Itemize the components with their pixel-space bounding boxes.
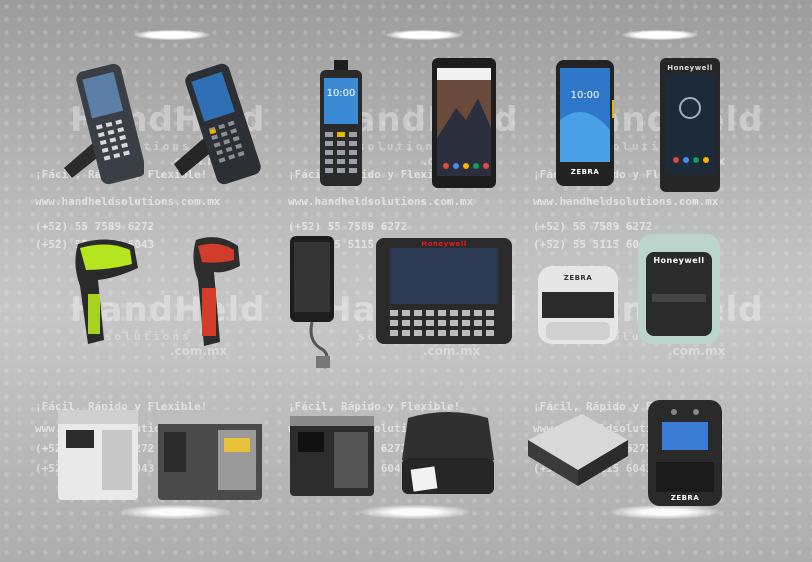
floor-glow-1 xyxy=(120,505,230,519)
honeywell-mobile-printer: Honeywell xyxy=(638,234,720,344)
zebra-brand-label: ZEBRA xyxy=(570,168,600,176)
watermark-website: www.handheldsolutions.com.mx xyxy=(288,195,474,208)
zebra-brand-label: ZEBRA xyxy=(670,494,700,502)
honeywell-brand-label: Honeywell xyxy=(421,240,467,248)
keypad-mobile-computer: 10:00 xyxy=(318,60,364,188)
rugged-touch-computer-zebra: 10:00 ZEBRA xyxy=(556,60,615,186)
device-clock: 10:00 xyxy=(570,90,600,101)
mobile-label-printer-zebra: ZEBRA xyxy=(648,400,722,506)
mobile-receipt-printer-zebra: ZEBRA xyxy=(538,262,618,346)
honeywell-android-phone: Honeywell xyxy=(660,58,720,192)
watermark-phone-1: (+52) 55 7589 6272 xyxy=(35,220,155,233)
watermark-domain: .com.mx xyxy=(423,344,481,358)
industrial-printer-white xyxy=(58,410,138,500)
spotlight-right xyxy=(622,30,698,40)
watermark-website: www.handheldsolutions.com.mx xyxy=(35,195,221,208)
gun-grip-mobile-computer-2 xyxy=(170,60,262,186)
industrial-printer-gray xyxy=(158,410,262,500)
floor-glow-2 xyxy=(360,505,470,519)
honeywell-brand-label: Honeywell xyxy=(653,256,705,265)
watermark-phone-2: (+52) 55 5115 6043 xyxy=(533,238,653,251)
watermark-website: www.handheldsolutions.com.mx xyxy=(533,195,719,208)
product-showcase: HandHeld solutions .com.mx ¡Fácil, Rápid… xyxy=(0,0,812,562)
watermark-phone-1: (+52) 55 7589 6272 xyxy=(288,220,408,233)
red-barcode-scanner xyxy=(188,232,244,350)
device-clock: 10:00 xyxy=(326,88,356,99)
watermark-domain: .com.mx xyxy=(668,344,726,358)
desktop-label-printer xyxy=(398,410,498,498)
watermark-phone-1: (+52) 55 7589 6272 xyxy=(533,220,653,233)
mobile-label-printer-wide xyxy=(522,410,632,490)
green-barcode-scanner xyxy=(68,234,142,346)
vehicle-mount-terminal: Honeywell xyxy=(376,238,512,344)
spotlight-center xyxy=(386,30,462,40)
spotlight-left xyxy=(134,30,210,40)
gun-grip-mobile-computer-1 xyxy=(58,58,146,186)
rugged-android-phone xyxy=(432,58,496,188)
honeywell-brand-label: Honeywell xyxy=(667,64,713,72)
industrial-printer-black xyxy=(290,416,374,496)
zebra-brand-label: ZEBRA xyxy=(563,274,593,282)
sled-phone-with-cable xyxy=(288,236,348,372)
floor-glow-3 xyxy=(610,505,720,519)
